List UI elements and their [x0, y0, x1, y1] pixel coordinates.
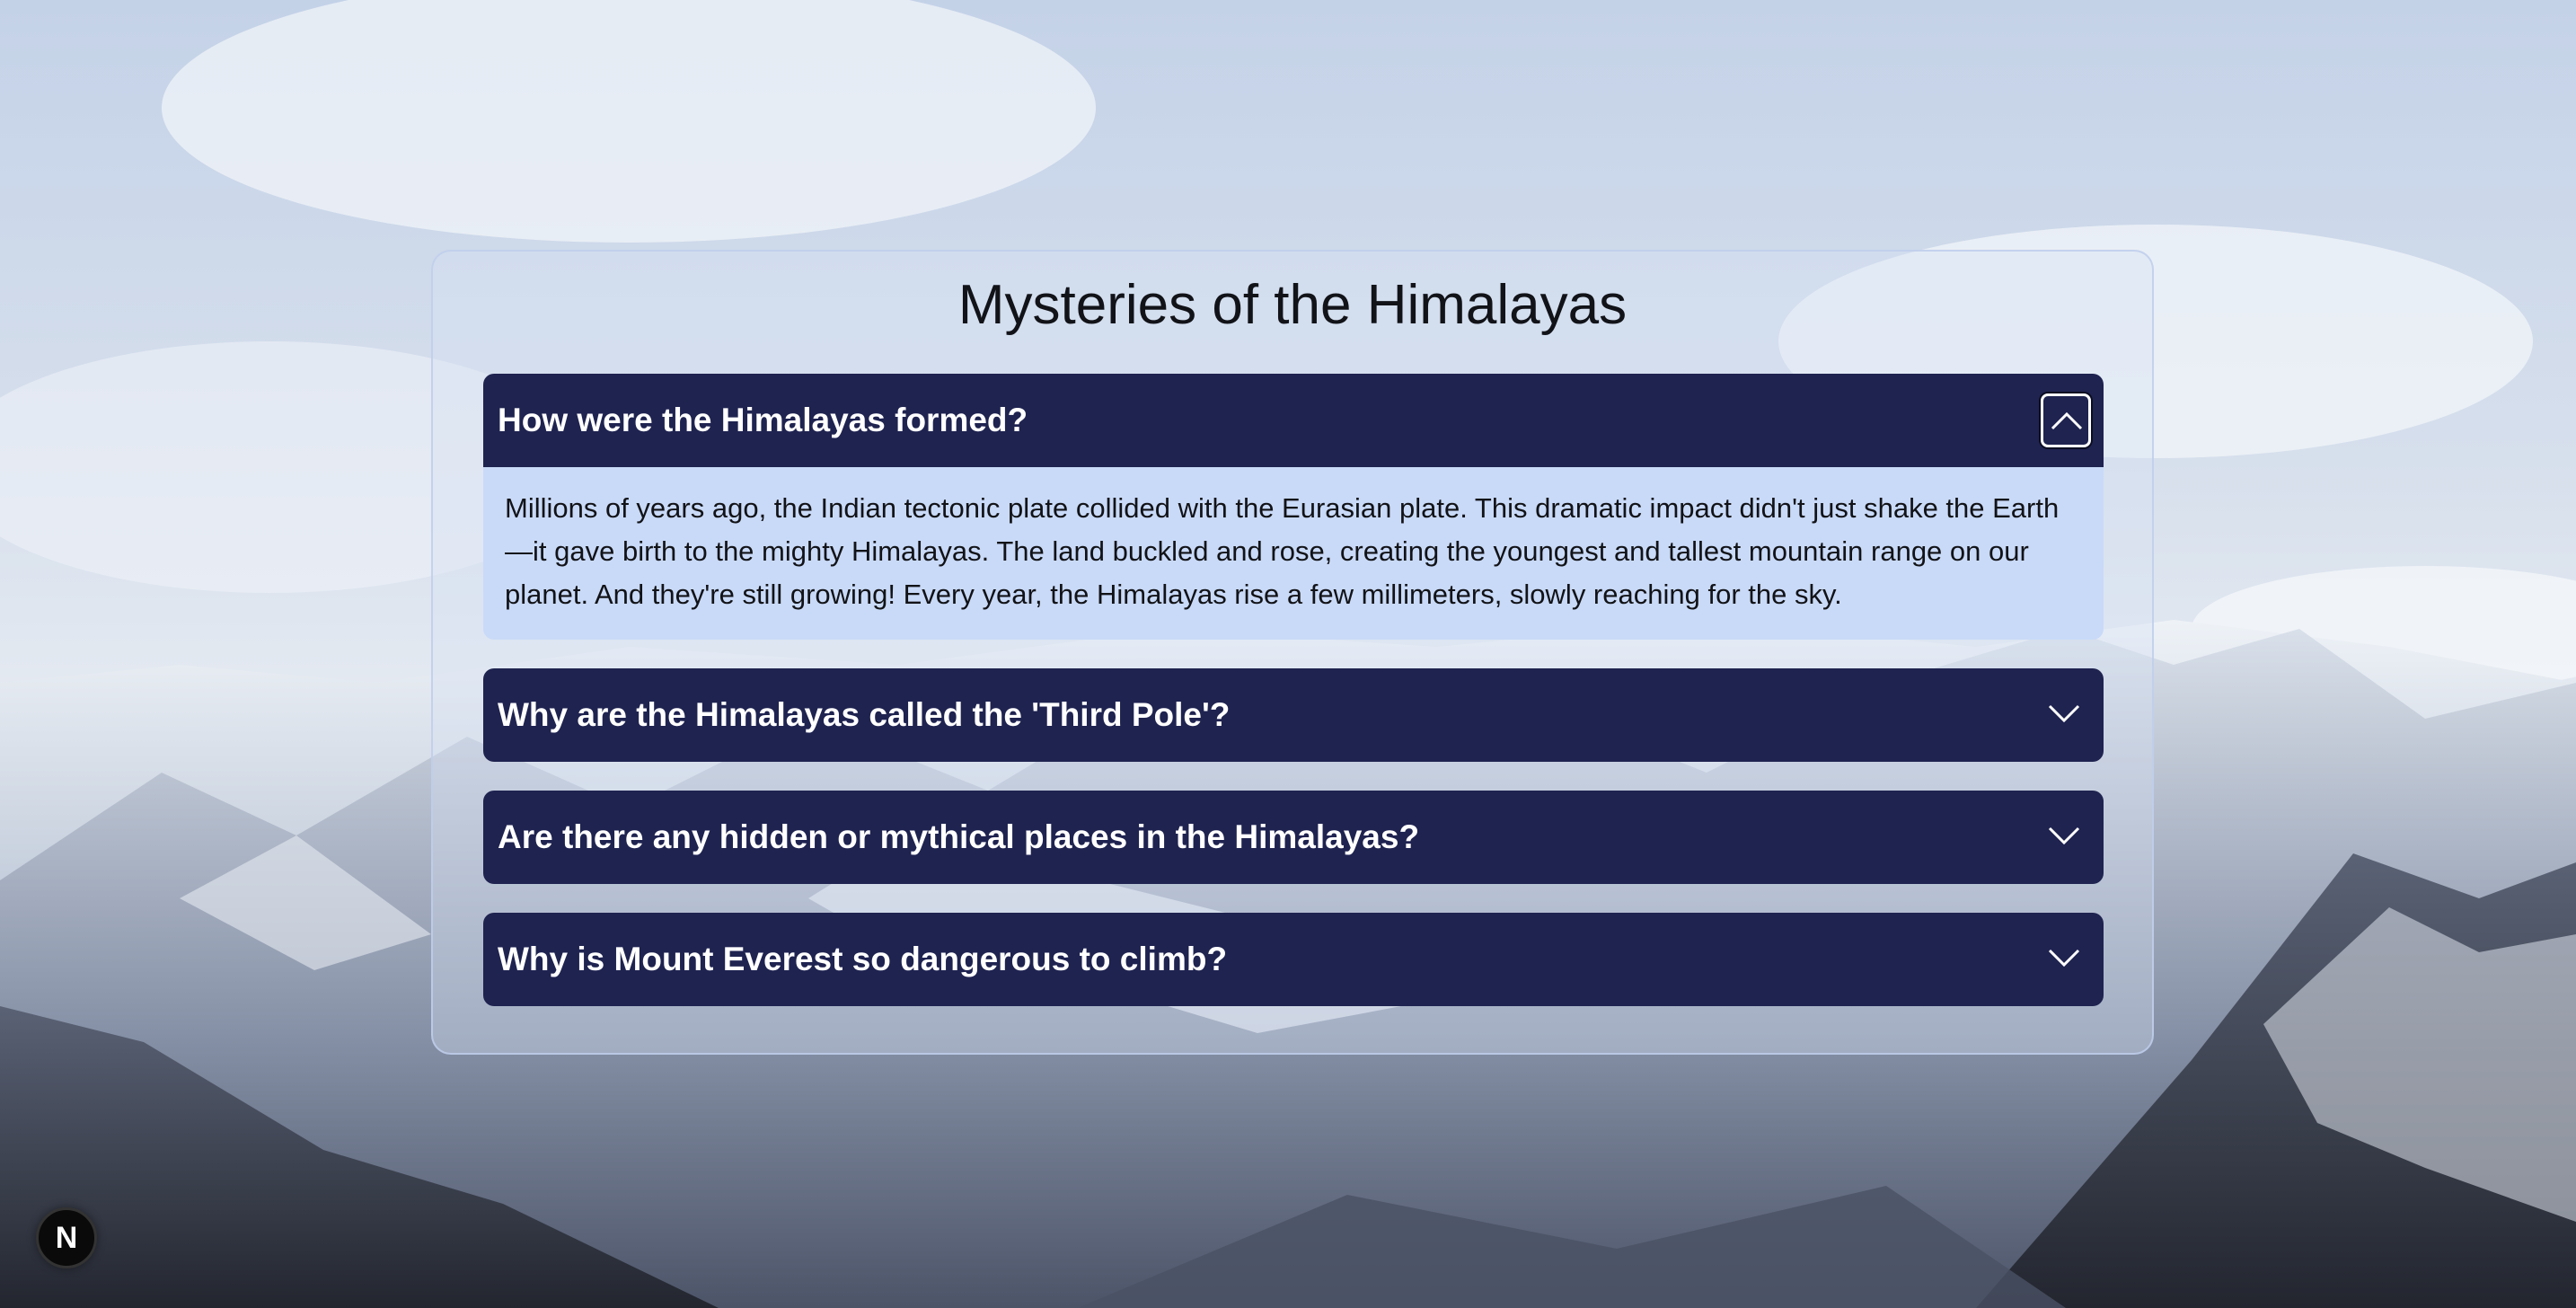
faq-question-button[interactable]: Are there any hidden or mythical places …	[483, 791, 2104, 884]
faq-question-text: Are there any hidden or mythical places …	[498, 818, 1420, 855]
chevron-down-icon[interactable]	[2041, 688, 2091, 742]
chevron-down-icon[interactable]	[2041, 810, 2091, 864]
chevron-down-icon[interactable]	[2041, 932, 2091, 986]
faq-question-text: Why are the Himalayas called the 'Third …	[498, 696, 1231, 733]
chevron-up-icon[interactable]	[2041, 393, 2091, 447]
faq-item: Are there any hidden or mythical places …	[483, 791, 2104, 884]
faq-question-button[interactable]: Why are the Himalayas called the 'Third …	[483, 668, 2104, 762]
faq-item: Why is Mount Everest so dangerous to cli…	[483, 913, 2104, 1006]
faq-answer: Millions of years ago, the Indian tecton…	[483, 467, 2104, 640]
faq-question-text: How were the Himalayas formed?	[498, 402, 1028, 438]
faq-item: How were the Himalayas formed? Millions …	[483, 374, 2104, 640]
faq-question-text: Why is Mount Everest so dangerous to cli…	[498, 941, 1228, 977]
page-title: Mysteries of the Himalayas	[957, 274, 1628, 336]
faq-item: Why are the Himalayas called the 'Third …	[483, 668, 2104, 762]
faq-question-button[interactable]: Why is Mount Everest so dangerous to cli…	[483, 913, 2104, 1006]
nextjs-logo-icon[interactable]: N	[36, 1207, 97, 1268]
faq-question-button[interactable]: How were the Himalayas formed?	[483, 374, 2104, 467]
badge-label: N	[55, 1221, 78, 1255]
faq-card: Mysteries of the Himalayas How were the …	[431, 250, 2154, 1055]
